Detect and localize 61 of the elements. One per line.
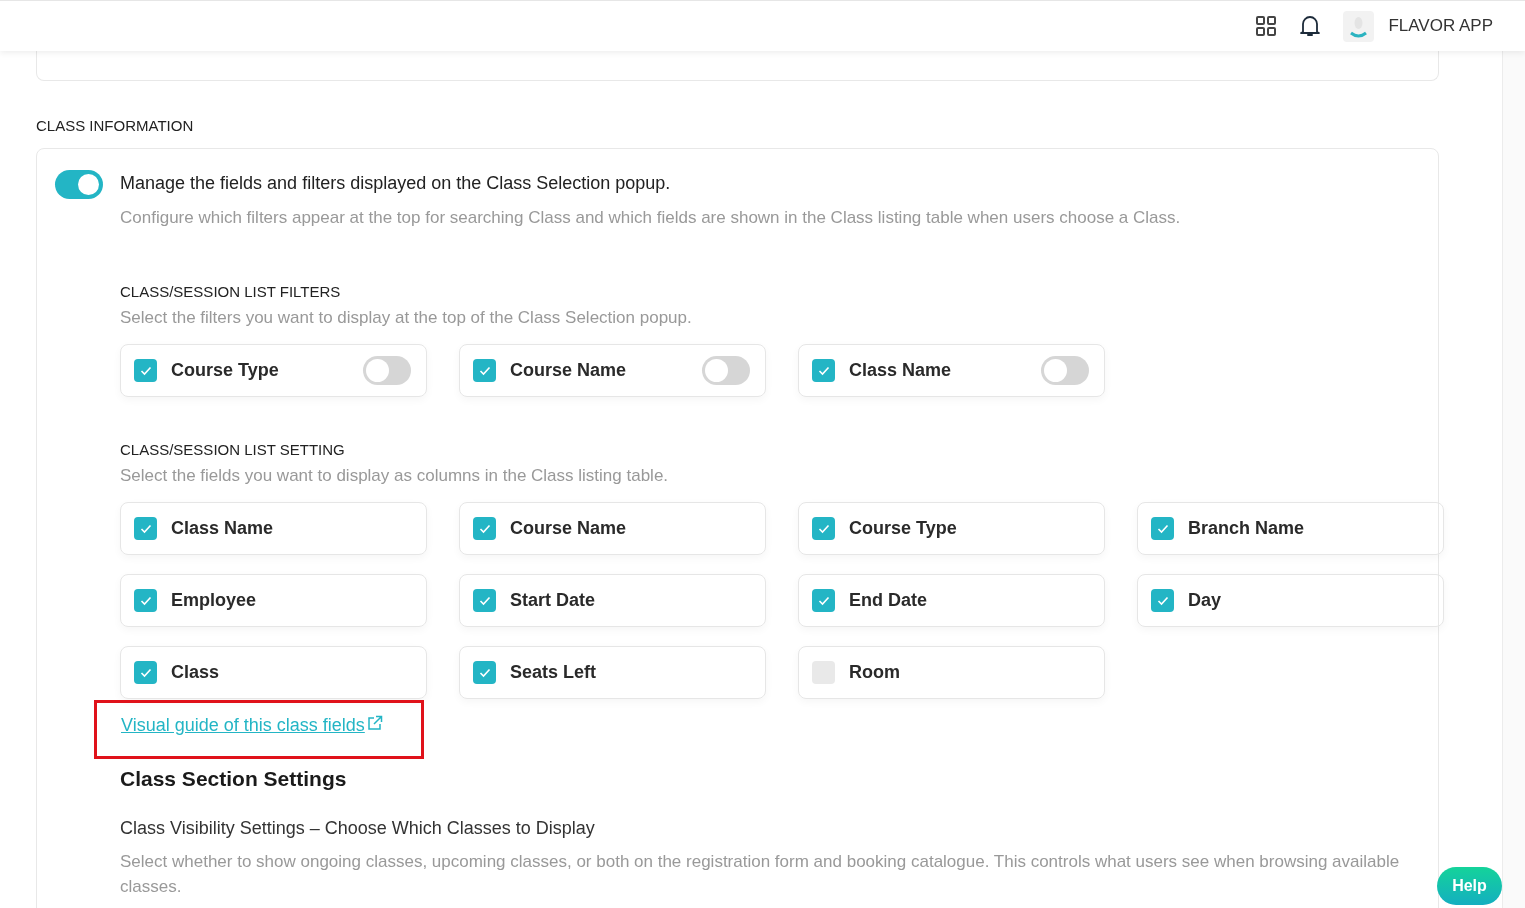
toggle-switch[interactable] — [1041, 356, 1089, 385]
checkbox[interactable] — [473, 589, 496, 612]
option-label: Day — [1188, 590, 1222, 611]
check-icon — [478, 523, 491, 534]
check-icon — [478, 667, 491, 678]
checkbox[interactable] — [134, 661, 157, 684]
option-label: Start Date — [510, 590, 596, 611]
checkbox[interactable] — [473, 661, 496, 684]
checkbox[interactable] — [134, 589, 157, 612]
check-icon — [139, 523, 152, 534]
setting-title: Manage the fields and filters displayed on the Class Selection popup. — [120, 173, 672, 194]
section-title: CLASS INFORMATION — [36, 117, 195, 134]
group-title: CLASS/SESSION LIST FILTERS — [120, 283, 342, 300]
option-label: Seats Left — [510, 662, 597, 683]
group-description: Select the filters you want to display at the top of the Class Selection popup. — [120, 308, 693, 328]
option-label: Class — [171, 662, 220, 683]
visual-guide-link[interactable]: Visual guide of this class fields — [121, 715, 365, 736]
checkbox[interactable] — [473, 517, 496, 540]
check-icon — [478, 595, 491, 606]
help-button[interactable]: Help — [1437, 867, 1502, 905]
toggle-switch[interactable] — [363, 356, 411, 385]
user-avatar-icon[interactable] — [1343, 10, 1375, 42]
check-icon — [139, 365, 152, 376]
check-icon — [817, 523, 830, 534]
notification-bell-icon[interactable] — [1299, 14, 1322, 38]
external-link-icon[interactable] — [366, 714, 383, 731]
section-heading: Class Section Settings — [120, 767, 348, 791]
app-name: FLAVOR APP — [1388, 16, 1493, 36]
option-label: Class Name — [849, 360, 952, 381]
option-label: End Date — [849, 590, 927, 611]
checkbox[interactable] — [812, 589, 835, 612]
option-label: Course Type — [849, 518, 957, 539]
setting-description: Select whether to show ongoing classes, upcoming classes, or both on the registration form and booking catalogue. This controls what users see when browsing available classes. — [120, 851, 1401, 898]
check-icon — [139, 667, 152, 678]
option-label: Class Name — [171, 518, 274, 539]
option-label: Branch Name — [1188, 518, 1305, 539]
checkbox[interactable] — [1151, 589, 1174, 612]
apps-grid-icon[interactable] — [1255, 15, 1278, 37]
toggle-switch[interactable] — [702, 356, 750, 385]
checkbox[interactable] — [812, 359, 835, 382]
check-icon — [139, 595, 152, 606]
option-label: Course Name — [510, 360, 627, 381]
check-icon — [478, 365, 491, 376]
group-title: CLASS/SESSION LIST SETTING — [120, 441, 346, 458]
checkbox[interactable] — [134, 517, 157, 540]
option-label: Room — [849, 662, 900, 683]
setting-description: Configure which filters appear at the top for searching Class and which fields are shown in the Class listing table when users choose a Class. — [120, 208, 1181, 228]
setting-title: Class Visibility Settings – Choose Which Classes to Display — [120, 818, 596, 839]
option-label: Course Type — [171, 360, 279, 381]
checkbox[interactable] — [134, 359, 157, 382]
option-label: Employee — [171, 590, 257, 611]
toggle-switch[interactable] — [55, 170, 103, 199]
checkbox[interactable] — [1151, 517, 1174, 540]
check-icon — [817, 365, 830, 376]
group-description: Select the fields you want to display as columns in the Class listing table. — [120, 466, 670, 486]
checkbox[interactable] — [473, 359, 496, 382]
check-icon — [1156, 523, 1169, 534]
check-icon — [817, 595, 830, 606]
option-label: Course Name — [510, 518, 627, 539]
checkbox[interactable] — [812, 517, 835, 540]
check-icon — [1156, 595, 1169, 606]
